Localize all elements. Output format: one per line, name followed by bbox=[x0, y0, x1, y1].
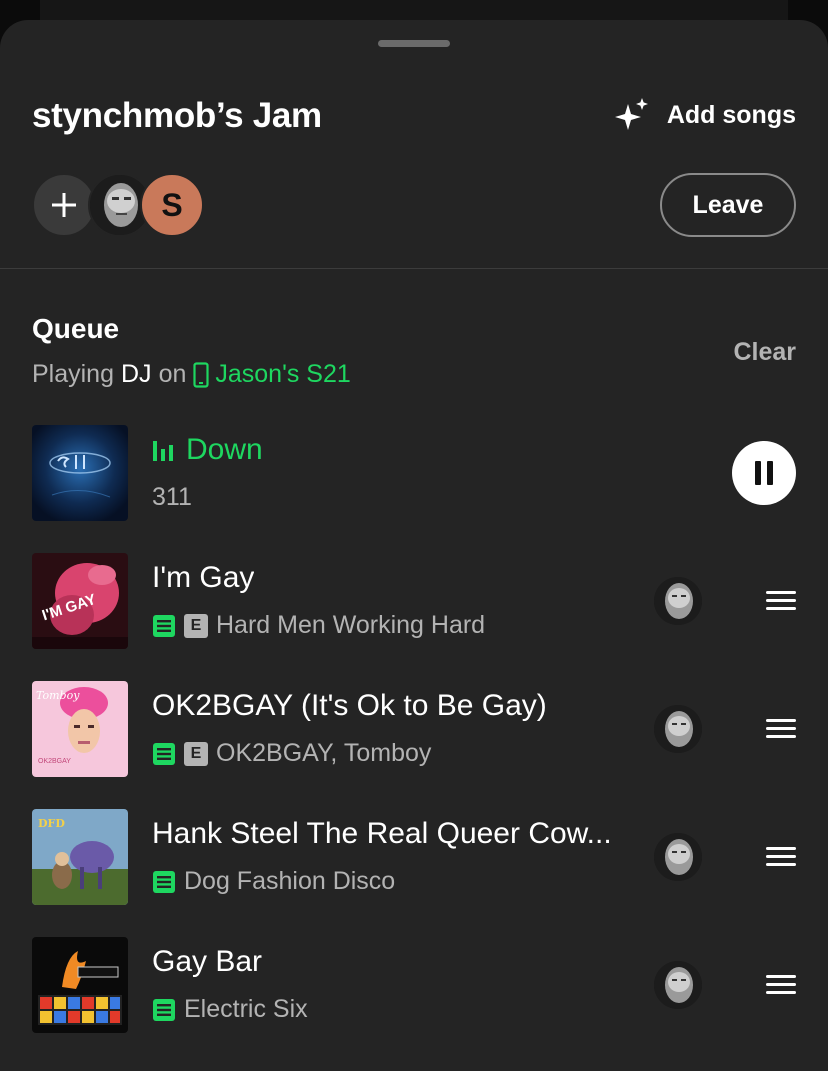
playing-prefix: Playing bbox=[32, 360, 114, 388]
queue-heading: Queue bbox=[32, 313, 120, 344]
svg-text:OK2BGAY: OK2BGAY bbox=[38, 758, 71, 765]
added-by-avatar bbox=[654, 833, 702, 881]
album-art-dog-fashion-disco: DFD bbox=[32, 809, 128, 905]
album-art-gay-bar bbox=[32, 937, 128, 1033]
track-title: Gay Bar bbox=[152, 945, 263, 978]
now-playing-title-text: Down bbox=[186, 433, 263, 466]
equalizer-icon bbox=[153, 441, 173, 461]
added-by-avatar bbox=[654, 705, 702, 753]
invite-button[interactable] bbox=[32, 173, 96, 237]
svg-text:DFD: DFD bbox=[38, 817, 65, 830]
queue-track-row[interactable]: DFD Hank Steel The Real Queer Cow... Dog… bbox=[0, 809, 828, 905]
now-playing-artist: 311 bbox=[152, 483, 192, 511]
plus-icon bbox=[52, 193, 76, 217]
track-subtitle: Electric Six bbox=[152, 995, 308, 1024]
explicit-badge: E bbox=[184, 741, 208, 766]
phone-icon bbox=[193, 361, 209, 388]
jam-sheet: stynchmob’s Jam Add songs S Leave Queue … bbox=[0, 20, 828, 1071]
device-link[interactable]: Jason's S21 bbox=[193, 360, 351, 389]
divider bbox=[0, 268, 828, 269]
sheet-drag-handle[interactable] bbox=[378, 40, 450, 47]
playing-on: on bbox=[158, 360, 187, 388]
track-title: Hank Steel The Real Queer Cow... bbox=[152, 817, 612, 850]
now-playing-title: Down bbox=[152, 433, 263, 467]
track-subtitle: Dog Fashion Disco bbox=[152, 867, 395, 896]
track-artist: Electric Six bbox=[184, 995, 308, 1023]
now-playing-row[interactable]: Down 311 bbox=[0, 425, 828, 521]
track-subtitle: E Hard Men Working Hard bbox=[152, 611, 485, 640]
participants: S bbox=[32, 173, 222, 237]
album-art-311 bbox=[32, 425, 128, 521]
clear-queue-button[interactable]: Clear bbox=[733, 338, 796, 367]
reorder-handle-icon[interactable] bbox=[766, 847, 796, 867]
track-subtitle: E OK2BGAY, Tomboy bbox=[152, 739, 431, 768]
reorder-handle-icon[interactable] bbox=[766, 719, 796, 739]
track-title: I'm Gay bbox=[152, 561, 255, 594]
pause-icon bbox=[755, 461, 773, 485]
svg-text:Tomboy: Tomboy bbox=[36, 689, 80, 702]
track-artist: Dog Fashion Disco bbox=[184, 867, 396, 895]
track-artist: OK2BGAY, Tomboy bbox=[216, 739, 432, 767]
device-name: Jason's S21 bbox=[215, 360, 351, 388]
add-songs-label: Add songs bbox=[666, 100, 796, 129]
downloaded-icon bbox=[153, 742, 175, 765]
downloaded-icon bbox=[153, 614, 175, 637]
explicit-badge: E bbox=[184, 613, 208, 638]
added-by-avatar bbox=[654, 961, 702, 1009]
track-artist: Hard Men Working Hard bbox=[216, 611, 486, 639]
reorder-handle-icon[interactable] bbox=[766, 591, 796, 611]
downloaded-icon bbox=[153, 870, 175, 893]
reorder-handle-icon[interactable] bbox=[766, 975, 796, 995]
leave-button[interactable]: Leave bbox=[660, 173, 796, 237]
added-by-avatar bbox=[654, 577, 702, 625]
add-songs-button[interactable]: Add songs bbox=[614, 98, 796, 132]
track-title: OK2BGAY (It's Ok to Be Gay) bbox=[152, 689, 547, 722]
downloaded-icon bbox=[153, 998, 175, 1021]
playing-source: DJ bbox=[121, 360, 152, 388]
queue-track-row[interactable]: I'M GAY I'm Gay E Hard Men Working Hard bbox=[0, 553, 828, 649]
participant-avatar-initial[interactable]: S bbox=[140, 173, 204, 237]
queue-track-row[interactable]: Tomboy OK2BGAY OK2BGAY (It's Ok to Be Ga… bbox=[0, 681, 828, 777]
pause-button[interactable] bbox=[732, 441, 796, 505]
jam-title: stynchmob’s Jam bbox=[32, 96, 322, 135]
album-art-ok2bgay: Tomboy OK2BGAY bbox=[32, 681, 128, 777]
sparkle-icon bbox=[614, 98, 649, 132]
playing-status: Playing DJ on Jason's S21 bbox=[32, 360, 351, 389]
album-art-im-gay: I'M GAY bbox=[32, 553, 128, 649]
queue-track-row[interactable]: Gay Bar Electric Six bbox=[0, 937, 828, 1033]
